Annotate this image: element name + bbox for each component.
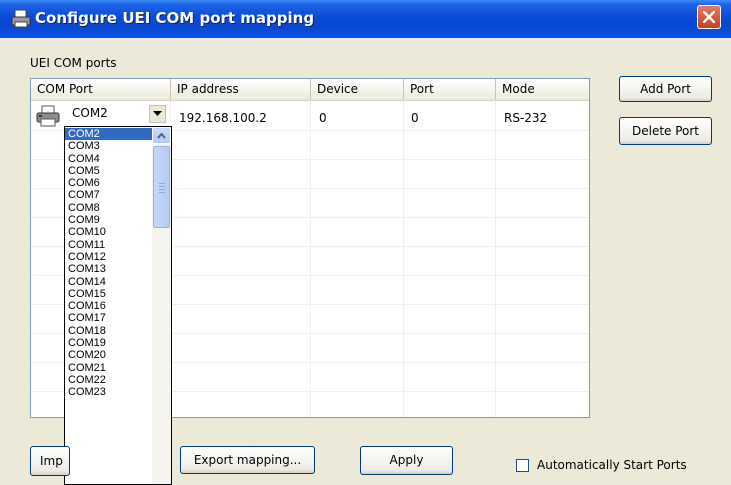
thumb-grip — [159, 192, 165, 193]
close-icon — [703, 11, 715, 23]
close-button[interactable] — [697, 5, 721, 29]
dropdown-item[interactable]: COM13 — [65, 263, 152, 275]
dropdown-item[interactable]: COM10 — [65, 226, 152, 238]
scroll-thumb[interactable] — [153, 146, 170, 228]
dropdown-item[interactable]: COM16 — [65, 300, 152, 312]
triangle-down-icon — [153, 111, 162, 116]
add-port-button[interactable]: Add Port — [619, 76, 712, 102]
dropdown-item[interactable]: COM20 — [65, 349, 152, 361]
dropdown-item[interactable]: COM23 — [65, 386, 152, 398]
dropdown-item[interactable]: COM8 — [65, 202, 152, 214]
dropdown-list: COM2 COM3 COM4 COM5 COM6 COM7 COM8 COM9 COM10 COM… — [65, 128, 152, 399]
device-cell[interactable]: 0 — [319, 111, 327, 125]
chevron-up-icon — [157, 133, 166, 139]
dropdown-item[interactable]: COM4 — [65, 153, 152, 165]
list-header: COM Port IP address Device Port Mode — [31, 79, 589, 101]
dropdown-item[interactable]: COM14 — [65, 276, 152, 288]
com-port-dropdown-button[interactable] — [149, 105, 166, 123]
grid-line — [310, 100, 311, 417]
import-mapping-button[interactable]: Imp — [30, 446, 70, 476]
column-header-com-port[interactable]: COM Port — [31, 79, 171, 100]
dropdown-item[interactable]: COM18 — [65, 325, 152, 337]
title-bar[interactable]: Configure UEI COM port mapping — [0, 0, 731, 38]
dropdown-item[interactable]: COM3 — [65, 140, 152, 152]
column-header-mode[interactable]: Mode — [496, 79, 589, 100]
grid-line — [403, 100, 404, 417]
dropdown-item[interactable]: COM17 — [65, 312, 152, 324]
printer-icon — [11, 9, 31, 28]
dropdown-item[interactable]: COM7 — [65, 189, 152, 201]
dropdown-item[interactable]: COM19 — [65, 337, 152, 349]
dropdown-item[interactable]: COM15 — [65, 288, 152, 300]
thumb-grip — [159, 189, 165, 190]
column-header-port[interactable]: Port — [404, 79, 496, 100]
dialog-window: Configure UEI COM port mapping UEI COM p… — [0, 0, 731, 485]
group-label: UEI COM ports — [30, 56, 117, 70]
auto-start-label[interactable]: Automatically Start Ports — [537, 458, 687, 472]
dropdown-item[interactable]: COM12 — [65, 251, 152, 263]
printer-icon — [36, 105, 60, 127]
com-port-combo-value[interactable]: COM2 — [72, 106, 108, 120]
thumb-grip — [159, 183, 165, 184]
thumb-grip — [159, 186, 165, 187]
com-port-dropdown[interactable]: COM2 COM3 COM4 COM5 COM6 COM7 COM8 COM9 COM10 COM… — [64, 126, 172, 485]
dropdown-item[interactable]: COM2 — [65, 128, 152, 141]
window-title: Configure UEI COM port mapping — [35, 9, 315, 27]
ip-address-cell[interactable]: 192.168.100.2 — [179, 111, 267, 125]
grid-line — [495, 100, 496, 417]
port-cell[interactable]: 0 — [411, 111, 419, 125]
dropdown-item[interactable]: COM22 — [65, 374, 152, 386]
dropdown-item[interactable]: COM9 — [65, 214, 152, 226]
delete-port-button[interactable]: Delete Port — [619, 117, 712, 145]
apply-button[interactable]: Apply — [360, 446, 453, 475]
dropdown-item[interactable]: COM21 — [65, 362, 152, 374]
column-header-ip-address[interactable]: IP address — [171, 79, 311, 100]
dropdown-item[interactable]: COM6 — [65, 177, 152, 189]
dropdown-item[interactable]: COM5 — [65, 165, 152, 177]
scroll-up-button[interactable] — [152, 127, 171, 144]
export-mapping-button[interactable]: Export mapping... — [180, 446, 315, 474]
dropdown-item[interactable]: COM11 — [65, 239, 152, 251]
auto-start-checkbox[interactable] — [516, 459, 529, 472]
column-header-device[interactable]: Device — [311, 79, 404, 100]
mode-cell[interactable]: RS-232 — [504, 111, 547, 125]
